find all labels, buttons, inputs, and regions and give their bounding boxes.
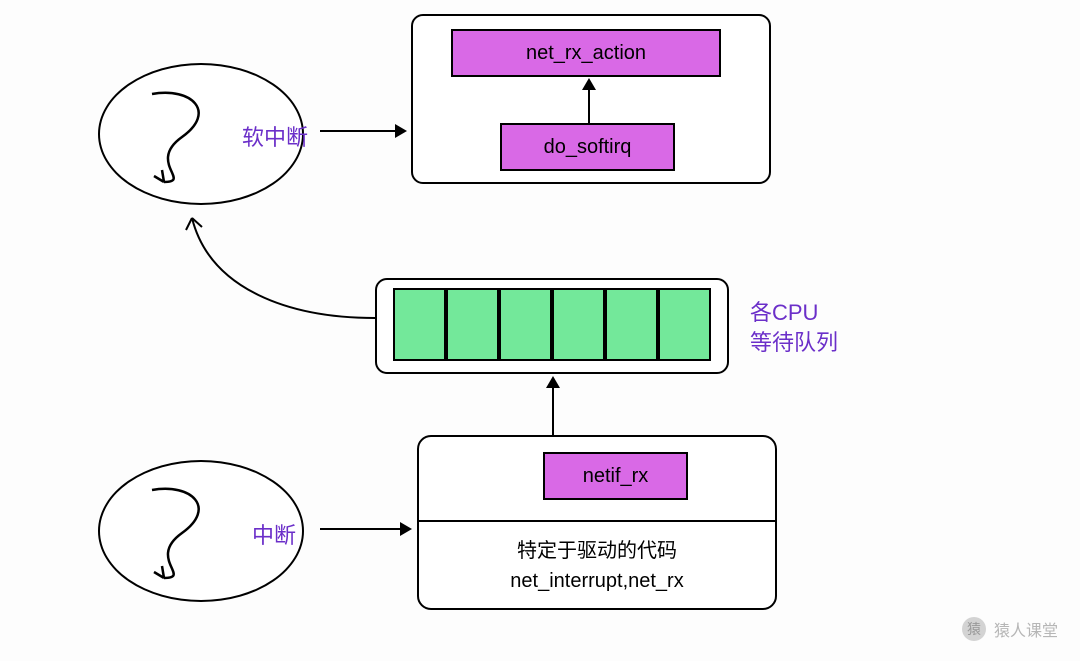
- queue-cell-4: [552, 288, 605, 361]
- queue-cell-5: [605, 288, 658, 361]
- irq-container-divider: [417, 520, 777, 522]
- queue-cell-3: [499, 288, 552, 361]
- do-softirq-text: do_softirq: [544, 136, 632, 159]
- arrow-up-1-head: [582, 78, 596, 90]
- squiggle-icon: [122, 82, 242, 192]
- do-softirq-box: do_softirq: [500, 123, 675, 171]
- arrow-netifrx-to-queue: [552, 388, 554, 435]
- arrow-ellipse-to-top-head: [395, 124, 407, 138]
- netif-rx-text: netif_rx: [583, 465, 649, 488]
- driver-text-line2: net_interrupt,net_rx: [417, 566, 777, 596]
- arrow-ellipse-to-bottom: [320, 528, 400, 530]
- netif-rx-box: netif_rx: [543, 452, 688, 500]
- queue-cell-1: [393, 288, 446, 361]
- net-rx-action-box: net_rx_action: [451, 29, 721, 77]
- arrow-up-1: [588, 90, 590, 123]
- driver-text-line1: 特定于驱动的代码: [417, 536, 777, 566]
- arrow-ellipse-to-top: [320, 130, 395, 132]
- watermark: 猿 猿人课堂: [962, 617, 1058, 641]
- cpu-queue-label-1: 各CPU: [750, 295, 818, 327]
- squiggle-icon-2: [122, 478, 242, 588]
- queue-cell-6: [658, 288, 711, 361]
- driver-text: 特定于驱动的代码 net_interrupt,net_rx: [417, 536, 777, 596]
- watermark-text: 猿人课堂: [994, 617, 1058, 641]
- queue-cell-2: [446, 288, 499, 361]
- arrow-netifrx-to-queue-head: [546, 376, 560, 388]
- net-rx-action-text: net_rx_action: [526, 42, 646, 65]
- softirq-label: 软中断: [242, 120, 308, 152]
- arrow-ellipse-to-bottom-head: [400, 522, 412, 536]
- arrow-queue-to-ellipse: [180, 200, 390, 330]
- watermark-icon: 猿: [962, 617, 986, 641]
- cpu-queue-label-2: 等待队列: [750, 325, 838, 357]
- irq-label: 中断: [252, 518, 296, 550]
